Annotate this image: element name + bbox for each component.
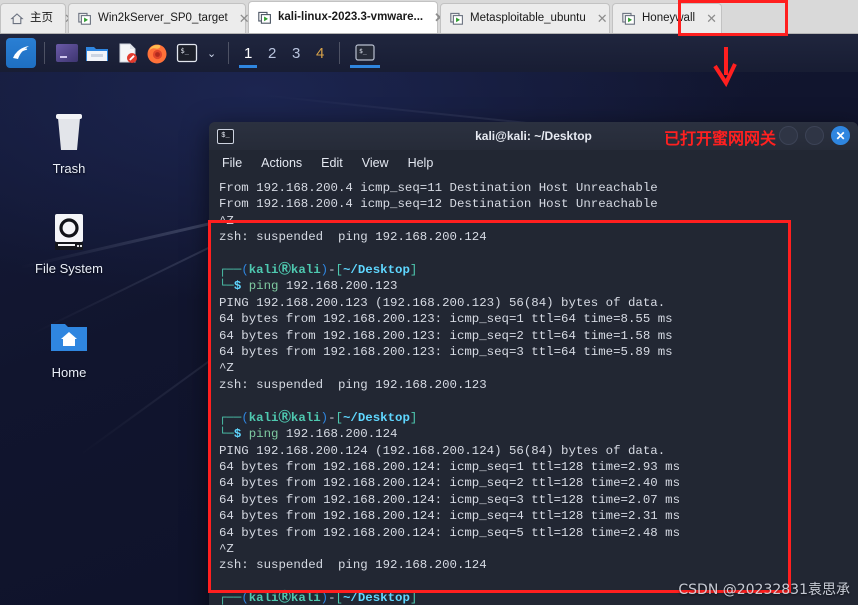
kali-menu-button[interactable] (6, 38, 36, 68)
vm-icon (622, 12, 636, 26)
filesystem-icon (14, 208, 124, 256)
panel-separator (339, 42, 341, 64)
launcher-file-manager[interactable] (83, 39, 111, 67)
terminal-line: └─$ ping 192.168.200.123 (219, 279, 398, 294)
vmware-tab-bar: 主页 ✕ Win2kServer_SP0_target ✕ (0, 0, 858, 34)
vmware-tab-home[interactable]: 主页 ✕ (0, 3, 75, 33)
red-annotation-text: 已打开蜜网网关 (663, 129, 776, 148)
terminal-line: 64 bytes from 192.168.200.123: icmp_seq=… (219, 345, 673, 360)
terminal-line: 64 bytes from 192.168.200.124: icmp_seq=… (219, 459, 681, 474)
terminal-icon: $_ (217, 128, 234, 144)
desktop-icon-file-system[interactable]: File System (14, 208, 124, 276)
terminal-line: ┌──(kaliⓇkali)-[~/Desktop] (219, 410, 418, 425)
terminal-line: From 192.168.200.4 icmp_seq=11 Destinati… (219, 181, 658, 195)
trash-icon (14, 108, 124, 156)
desktop-icon-label: File System (35, 261, 103, 276)
vmware-tab-metasploitable[interactable]: Metasploitable_ubuntu ✕ (440, 3, 610, 33)
panel-separator (44, 42, 45, 64)
home-icon (10, 12, 24, 26)
terminal-line: From 192.168.200.4 icmp_seq=12 Destinati… (219, 197, 658, 212)
vmware-tab-label: kali-linux-2023.3-vmware... (278, 10, 424, 23)
menu-view[interactable]: View (362, 156, 389, 170)
csdn-watermark: CSDN @20232831袁思承 (678, 582, 850, 598)
screenshot-root: 主页 ✕ Win2kServer_SP0_target ✕ (0, 0, 858, 605)
terminal-titlebar[interactable]: $_ kali@kali: ~/Desktop 已打开蜜网网关 ✕ (209, 122, 858, 150)
menu-edit[interactable]: Edit (321, 156, 343, 170)
menu-actions[interactable]: Actions (261, 156, 302, 170)
desktop-icon-home[interactable]: Home (14, 312, 124, 380)
terminal-line: ^Z (219, 213, 234, 228)
vmware-tab-kali-linux[interactable]: kali-linux-2023.3-vmware... ✕ (248, 1, 445, 33)
terminal-line: PING 192.168.200.124 (192.168.200.124) 5… (219, 443, 666, 458)
vmware-tab-close-icon[interactable]: ✕ (706, 11, 717, 27)
kali-desktop: KALI (0, 34, 858, 605)
vmware-tab-label: 主页 (30, 11, 53, 24)
terminal-line: 64 bytes from 192.168.200.124: icmp_seq=… (219, 492, 681, 507)
workspace-2[interactable]: 2 (261, 38, 283, 68)
terminal-line: zsh: suspended ping 192.168.200.124 (219, 230, 487, 245)
terminal-window[interactable]: $_ kali@kali: ~/Desktop 已打开蜜网网关 ✕ File A… (209, 122, 858, 605)
close-button[interactable]: ✕ (831, 126, 850, 145)
vmware-tab-label: Win2kServer_SP0_target (98, 11, 228, 24)
vmware-tab-close-icon[interactable]: ✕ (597, 11, 608, 27)
terminal-line: ^Z (219, 541, 234, 556)
svg-text:$_: $_ (359, 47, 367, 55)
terminal-line: 64 bytes from 192.168.200.123: icmp_seq=… (219, 312, 673, 327)
terminal-line: 64 bytes from 192.168.200.123: icmp_seq=… (219, 328, 673, 343)
menu-help[interactable]: Help (408, 156, 434, 170)
desktop-icon-label: Trash (52, 161, 86, 176)
vm-icon (450, 12, 464, 26)
taskbar-window-terminal[interactable]: $_ (348, 38, 382, 68)
down-arrow-annotation (708, 45, 742, 94)
terminal-line: 64 bytes from 192.168.200.124: icmp_seq=… (219, 476, 681, 491)
vmware-tab-honeywall[interactable]: Honeywall ✕ (612, 3, 722, 33)
workspace-1[interactable]: 1 (237, 38, 259, 68)
workspace-3[interactable]: 3 (285, 38, 307, 68)
terminal-line: zsh: suspended ping 192.168.200.123 (219, 377, 487, 392)
terminal-line: ^Z (219, 361, 234, 376)
launcher-terminal-emulator[interactable] (53, 39, 81, 67)
home-folder-icon (14, 312, 124, 360)
terminal-line: zsh: suspended ping 192.168.200.124 (219, 558, 487, 573)
terminal-output[interactable]: From 192.168.200.4 icmp_seq=11 Destinati… (209, 176, 858, 605)
launcher-terminal[interactable]: $_ (173, 39, 201, 67)
launcher-firefox[interactable] (143, 39, 171, 67)
vmware-tab-win2kserver[interactable]: Win2kServer_SP0_target ✕ (68, 3, 250, 33)
terminal-line: PING 192.168.200.123 (192.168.200.123) 5… (219, 295, 666, 310)
terminal-line: 64 bytes from 192.168.200.124: icmp_seq=… (219, 525, 681, 540)
vmware-tab-label: Metasploitable_ubuntu (470, 11, 586, 24)
terminal-line: ┌──(kaliⓇkali)-[~/Desktop] (219, 263, 418, 278)
maximize-button[interactable] (805, 126, 824, 145)
vm-icon (78, 12, 92, 26)
vmware-tab-label: Honeywall (642, 11, 696, 24)
vm-icon (258, 11, 272, 25)
svg-text:$_: $_ (181, 47, 190, 55)
terminal-line: └─$ ping 192.168.200.124 (219, 427, 398, 442)
terminal-line: 64 bytes from 192.168.200.124: icmp_seq=… (219, 509, 681, 524)
workspace-4[interactable]: 4 (309, 38, 331, 68)
launcher-text-editor[interactable] (113, 39, 141, 67)
chevron-down-icon[interactable]: ⌄ (203, 47, 220, 60)
desktop-icon-label: Home (51, 365, 87, 380)
desktop-icon-trash[interactable]: Trash (14, 108, 124, 176)
menu-file[interactable]: File (222, 156, 242, 170)
minimize-button[interactable] (779, 126, 798, 145)
terminal-window-controls: ✕ (779, 126, 850, 145)
terminal-menubar: File Actions Edit View Help (209, 150, 858, 176)
panel-separator (228, 42, 230, 64)
